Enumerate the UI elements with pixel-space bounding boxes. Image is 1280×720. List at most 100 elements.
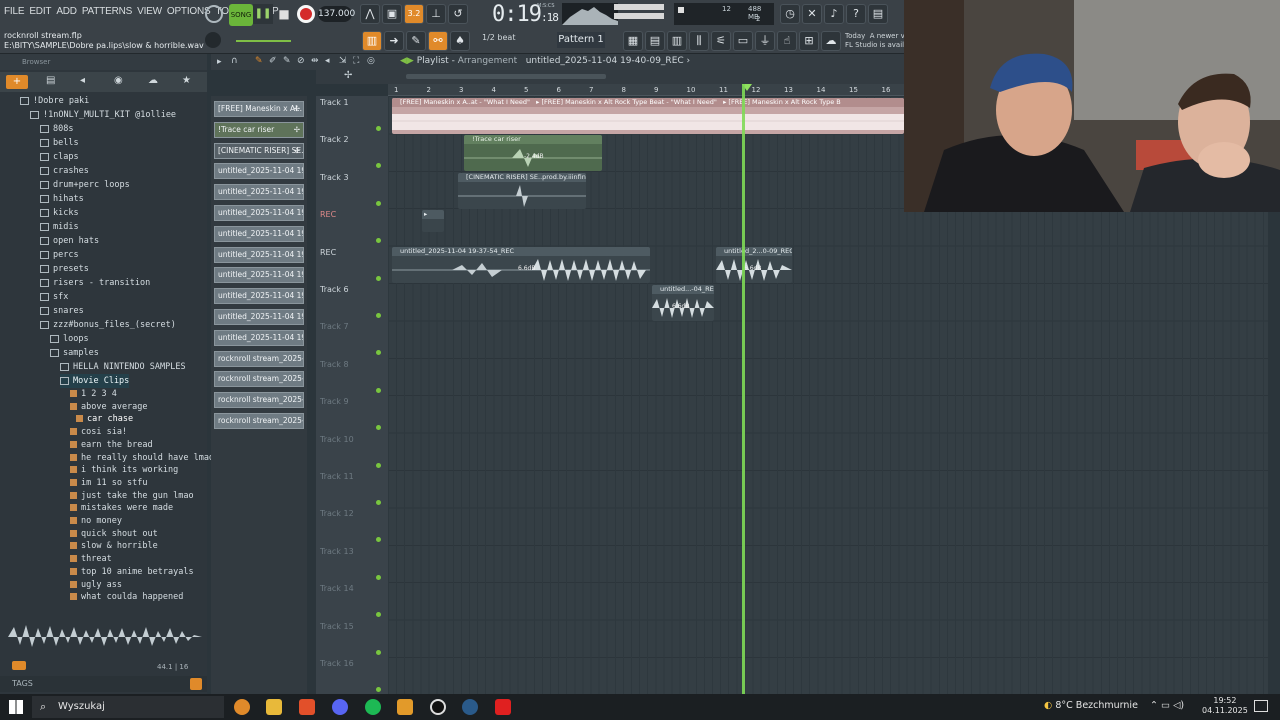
track-name[interactable]: Track 11	[320, 472, 354, 481]
touch-icon[interactable]: ☝	[777, 31, 797, 51]
mixer-icon[interactable]: ✕	[802, 4, 822, 24]
playlist-icon[interactable]: ▦	[623, 31, 643, 51]
track-name[interactable]: Track 9	[320, 397, 349, 406]
master-pitch-bar[interactable]	[614, 13, 664, 19]
track-name[interactable]: Track 7	[320, 322, 349, 331]
browser-folder[interactable]: snares	[40, 304, 84, 318]
track-name[interactable]: REC	[320, 248, 336, 257]
track-name[interactable]: Track 2	[320, 135, 349, 144]
track-mute-led[interactable]	[376, 238, 381, 244]
picker-item[interactable]: untitled_2025-11-04 19-..	[214, 163, 304, 180]
browser-file[interactable]: cosi sia!	[70, 426, 127, 438]
browser-tab-files-icon[interactable]: ▤	[46, 75, 55, 86]
windows-start-icon[interactable]	[9, 700, 23, 714]
track-mute-led[interactable]	[376, 313, 381, 318]
track-name[interactable]: Track 6	[320, 285, 349, 294]
browser-file[interactable]: ugly ass	[70, 579, 122, 591]
browser-folder[interactable]: !Dobre paki	[20, 94, 89, 108]
track-name[interactable]: Track 13	[320, 547, 354, 556]
pattern-selector[interactable]: Pattern 1	[557, 32, 605, 48]
browser-folder[interactable]: loops	[50, 332, 89, 346]
browser-tab-favorites-icon[interactable]: ★	[182, 75, 191, 86]
browser-folder[interactable]: HELLA NINTENDO SAMPLES	[60, 360, 186, 374]
picker-item[interactable]: untitled_2025-11-04 19-..	[214, 309, 304, 325]
add-track-icon[interactable]: ✢	[344, 70, 352, 81]
rec-clip-track6[interactable]: untitled...-04_REC 6.6dB	[652, 285, 714, 321]
system-tray[interactable]: ◐ 8°C Bezchmurnie ⌃ ▭ ◁)	[1044, 700, 1184, 711]
tags-bar[interactable]: TAGS	[0, 676, 207, 692]
tray-chevron-icon[interactable]: ⌃	[1150, 700, 1158, 711]
audio-clip-track1[interactable]: [FREE] Maneskin x A..at - "What I Need" …	[392, 98, 904, 134]
countdown-icon[interactable]: 3.2	[404, 4, 424, 24]
play-button[interactable]: ❚❚	[253, 4, 273, 24]
browser-folder[interactable]: kicks	[40, 206, 79, 220]
browser-tab-cloud-icon[interactable]: ☁	[148, 75, 158, 86]
loop-record-icon[interactable]: ↺	[448, 4, 468, 24]
picker-item[interactable]: untitled_2025-11-04 19-..	[214, 246, 304, 263]
master-volume-bar[interactable]	[614, 4, 664, 10]
picker-item[interactable]: rocknroll stream_2025-1..	[214, 371, 304, 388]
browser-folder[interactable]: Movie Clips	[60, 374, 130, 388]
mute-icon[interactable]: ⊘	[297, 56, 305, 66]
track-mute-led[interactable]	[376, 126, 381, 131]
paint-icon[interactable]: ✐	[269, 56, 277, 66]
browser-tab-starred-icon[interactable]: ◉	[114, 75, 123, 86]
picker-item[interactable]: !Trace car riser ✢	[214, 121, 304, 138]
browser-file[interactable]: quick shout out	[70, 528, 158, 540]
menu-file[interactable]: FILE	[4, 6, 25, 17]
browser-icon[interactable]: ▭	[733, 31, 753, 51]
save-icon[interactable]: ▤	[868, 4, 888, 24]
picker-item[interactable]: rocknroll stream_2025-1..	[214, 413, 304, 429]
browser-folder[interactable]: risers - transition	[40, 276, 150, 290]
clock-icon[interactable]: ◷	[780, 4, 800, 24]
preview-play-icon[interactable]	[12, 661, 26, 670]
picker-item[interactable]: [CINEMATIC RISER] SE.. ✢	[214, 142, 304, 159]
track-mute-led[interactable]	[376, 649, 381, 655]
browser-file[interactable]: 1 2 3 4	[70, 388, 117, 400]
track-mute-led[interactable]	[376, 350, 381, 356]
record-button[interactable]	[297, 5, 315, 23]
discord-icon[interactable]	[332, 699, 348, 715]
track-name[interactable]: Track 10	[320, 435, 354, 444]
rec-clip-track4[interactable]: ▸	[422, 210, 444, 232]
song-mode-button[interactable]: SONG	[229, 4, 253, 26]
picker-item[interactable]: untitled_2025-11-04 19-..	[214, 329, 304, 346]
track-name[interactable]: Track 14	[320, 584, 354, 593]
picker-item[interactable]: [FREE] Maneskin x Al.. ✢	[214, 101, 304, 117]
browser-tab-add-icon[interactable]: +	[6, 75, 28, 89]
select-icon[interactable]: ⇲	[339, 56, 347, 66]
pencil-icon[interactable]: ✎	[406, 31, 426, 51]
browser-file[interactable]: above average	[70, 401, 148, 413]
browser-folder[interactable]: hihats	[40, 192, 84, 206]
channel-rack-icon[interactable]: ▤	[645, 31, 665, 51]
stamp-icon[interactable]: ♠	[450, 31, 470, 51]
magnet-icon[interactable]: ∩	[231, 56, 238, 66]
track-mute-led[interactable]	[376, 462, 381, 468]
track-mute-led[interactable]	[376, 574, 381, 580]
piano-roll-icon[interactable]: ▥	[667, 31, 687, 51]
news-panel[interactable]: Today A newer ve FL Studio is availal	[845, 32, 910, 50]
picker-item[interactable]: untitled_2025-11-04 19-..	[214, 205, 304, 221]
browser-file[interactable]: what coulda happened	[70, 591, 183, 603]
metronome-icon[interactable]: ⋀	[360, 4, 380, 24]
cpu-knob-icon[interactable]	[205, 5, 223, 23]
picker-add-icon[interactable]: ✢	[294, 123, 300, 137]
browser-file[interactable]: threat	[70, 553, 112, 565]
browser-file[interactable]: no money	[70, 515, 122, 527]
browser-folder[interactable]: sfx	[40, 290, 68, 304]
media-icon[interactable]	[397, 699, 413, 715]
horizontal-scrollbar[interactable]	[406, 74, 606, 79]
track-name[interactable]: Track 16	[320, 659, 354, 668]
tempo-display[interactable]: 137.000	[318, 6, 355, 22]
browser-folder[interactable]: percs	[40, 248, 79, 262]
browser-folder[interactable]: drum+perc loops	[40, 178, 130, 192]
plug-icon[interactable]: ⏚	[755, 31, 775, 51]
file-explorer-icon[interactable]	[266, 699, 282, 715]
track-name[interactable]: Track 15	[320, 622, 354, 631]
fl-studio-taskbar-icon[interactable]	[234, 699, 250, 715]
notification-icon[interactable]	[1254, 700, 1268, 712]
browser-file[interactable]: mistakes were made	[70, 502, 173, 514]
track-mute-led[interactable]	[376, 163, 381, 169]
zoom-icon[interactable]: ⛶	[353, 56, 359, 66]
browser-tab-plugins-icon[interactable]: ◂	[80, 75, 85, 86]
